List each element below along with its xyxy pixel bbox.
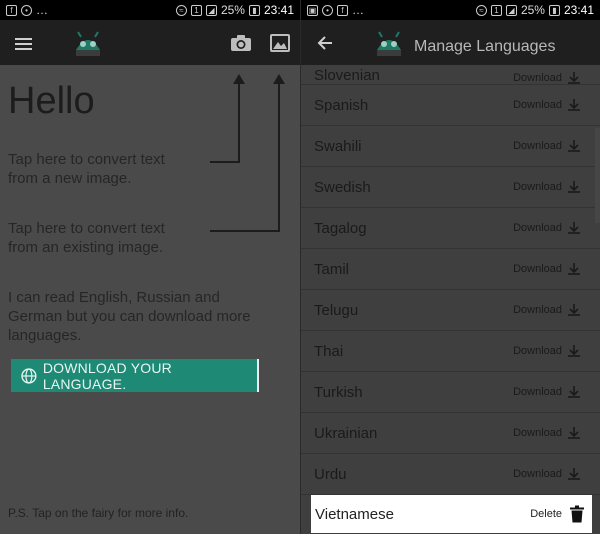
manage-languages-screen: ▣ • f … ≈ 1 ◢ 25% ▮ 23:41 Manage Languag… bbox=[300, 0, 600, 534]
download-action[interactable]: Download bbox=[513, 140, 562, 152]
language-name: Urdu bbox=[314, 465, 347, 483]
arrow-back-icon[interactable] bbox=[317, 36, 333, 50]
language-name: Telugu bbox=[314, 301, 359, 319]
battery-percent: 25% bbox=[520, 3, 545, 17]
status-bar: ▣ • f … ≈ 1 ◢ 25% ▮ 23:41 bbox=[301, 0, 600, 20]
language-row[interactable]: Swedish Download bbox=[301, 167, 600, 208]
download-icon[interactable] bbox=[568, 140, 580, 152]
language-name: Spanish bbox=[314, 96, 369, 114]
download-icon[interactable] bbox=[568, 72, 580, 84]
hello-heading: Hello bbox=[8, 80, 95, 122]
language-row[interactable]: Tagalog Download bbox=[301, 208, 600, 249]
language-row[interactable]: Thai Download bbox=[301, 331, 600, 372]
download-action[interactable]: Download bbox=[513, 386, 562, 398]
messenger-icon: • bbox=[322, 4, 333, 16]
language-name: Ukrainian bbox=[314, 424, 378, 442]
download-action[interactable]: Download bbox=[513, 72, 562, 84]
language-name: Slovenian bbox=[314, 67, 380, 84]
delete-action[interactable]: Delete bbox=[530, 508, 562, 520]
language-name: Tamil bbox=[314, 260, 350, 278]
ps-note: P.S. Tap on the fairy for more info. bbox=[8, 506, 189, 520]
tip-new-line2: from a new image. bbox=[8, 170, 132, 187]
language-row[interactable]: Swahili Download bbox=[301, 126, 600, 167]
download-action[interactable]: Download bbox=[513, 427, 562, 439]
download-icon[interactable] bbox=[568, 181, 580, 193]
download-icon[interactable] bbox=[568, 427, 580, 439]
download-action[interactable]: Download bbox=[513, 304, 562, 316]
tip-new-image: Tap here to convert text from a new imag… bbox=[8, 150, 165, 188]
page-title: Manage Languages bbox=[414, 38, 556, 55]
wifi-icon: ≈ bbox=[475, 4, 487, 16]
language-name: Thai bbox=[314, 342, 344, 360]
language-row[interactable]: Telugu Download bbox=[301, 290, 600, 331]
tip-languages: I can read English, Russian and German b… bbox=[8, 288, 293, 345]
screenshot-pair: f • … ≈ 1 ◢ 25% ▮ 23:41 Hello Tap here t… bbox=[0, 0, 600, 534]
download-icon[interactable] bbox=[568, 99, 580, 111]
language-row[interactable]: Spanish Download bbox=[301, 85, 600, 126]
battery-icon: ▮ bbox=[548, 4, 560, 16]
scroll-shadow bbox=[595, 128, 600, 223]
sim-icon: 1 bbox=[490, 4, 502, 16]
more-notifications-icon: … bbox=[352, 3, 364, 17]
tip-existing-line1: Tap here to convert text bbox=[8, 220, 165, 237]
download-action[interactable]: Download bbox=[513, 99, 562, 111]
download-icon[interactable] bbox=[568, 468, 580, 480]
tip-languages-line1: I can read English, Russian and bbox=[8, 289, 220, 306]
language-name: Swahili bbox=[314, 137, 362, 155]
download-action[interactable]: Download bbox=[513, 468, 562, 480]
tip-languages-line2: German but you can download more bbox=[8, 308, 251, 325]
language-name: Vietnamese bbox=[315, 505, 394, 523]
language-name: Swedish bbox=[314, 178, 371, 196]
tip-existing-line2: from an existing image. bbox=[8, 239, 164, 256]
language-name: Turkish bbox=[314, 383, 363, 401]
language-name: Tagalog bbox=[314, 219, 367, 237]
language-row[interactable]: Ukrainian Download bbox=[301, 413, 600, 454]
main-screen: f • … ≈ 1 ◢ 25% ▮ 23:41 Hello Tap here t… bbox=[0, 0, 300, 534]
language-row[interactable]: Turkish Download bbox=[301, 372, 600, 413]
clock: 23:41 bbox=[563, 3, 594, 17]
globe-icon bbox=[21, 367, 37, 384]
language-row[interactable]: Urdu Download bbox=[301, 454, 600, 495]
gallery-notification-icon: ▣ bbox=[307, 4, 318, 16]
tip-new-line1: Tap here to convert text bbox=[8, 151, 165, 168]
download-icon[interactable] bbox=[568, 222, 580, 234]
language-row-selected[interactable]: Vietnamese Delete bbox=[311, 495, 592, 533]
tip-existing-image: Tap here to convert text from an existin… bbox=[8, 219, 165, 257]
language-list: Slovenian Download Spanish Download Swahil… bbox=[301, 65, 600, 533]
signal-icon: ◢ bbox=[505, 4, 517, 16]
language-row-partial[interactable]: Slovenian Download bbox=[301, 65, 600, 85]
language-row[interactable]: Tamil Download bbox=[301, 249, 600, 290]
download-action[interactable]: Download bbox=[513, 345, 562, 357]
download-action[interactable]: Download bbox=[513, 263, 562, 275]
download-icon[interactable] bbox=[568, 386, 580, 398]
fb-icon: f bbox=[337, 4, 348, 16]
download-language-button[interactable]: DOWNLOAD YOUR LANGUAGE. bbox=[11, 359, 259, 392]
download-icon[interactable] bbox=[568, 263, 580, 275]
download-action[interactable]: Download bbox=[513, 181, 562, 193]
trash-icon[interactable] bbox=[570, 505, 584, 523]
download-icon[interactable] bbox=[568, 345, 580, 357]
android-fairy-icon[interactable] bbox=[371, 28, 407, 64]
download-icon[interactable] bbox=[568, 304, 580, 316]
tip-languages-line3: languages. bbox=[8, 327, 82, 344]
download-language-label: DOWNLOAD YOUR LANGUAGE. bbox=[42, 359, 172, 392]
download-action[interactable]: Download bbox=[513, 222, 562, 234]
